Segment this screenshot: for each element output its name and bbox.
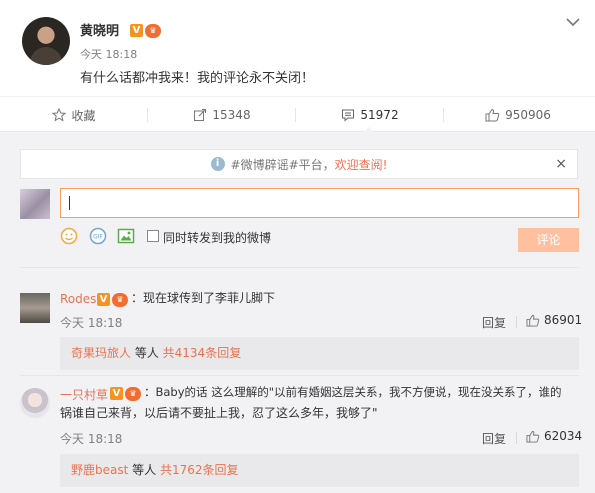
reply-button[interactable]: 回复: [482, 430, 506, 447]
verified-v-icon: V: [110, 387, 123, 400]
verified-v-icon: V: [97, 293, 110, 306]
close-icon[interactable]: ×: [555, 156, 567, 172]
repost-button[interactable]: 15348: [148, 97, 296, 133]
comment-icon: [342, 109, 355, 122]
sub-replies-summary[interactable]: 野鹿beast 等人 共1762条回复: [60, 454, 579, 487]
current-user-avatar[interactable]: [20, 189, 50, 219]
repost-checkbox-label[interactable]: 同时转发到我的微博: [163, 229, 271, 246]
commenter-avatar[interactable]: [20, 388, 50, 418]
comment-text: ：现在球传到了李菲儿脚下: [131, 291, 276, 305]
notice-link[interactable]: 欢迎查阅!: [335, 156, 388, 173]
svg-text:GIF: GIF: [93, 234, 103, 241]
vip-crown-icon[interactable]: ♛: [145, 24, 161, 38]
commenter-avatar[interactable]: [20, 293, 50, 323]
divider: [20, 267, 579, 268]
action-bar: 收藏 15348 51972 950906: [0, 96, 595, 134]
like-count: 950906: [505, 108, 551, 122]
commenter-name[interactable]: Rodes: [60, 292, 96, 306]
comment-time: 今天 18:18: [60, 432, 123, 446]
vip-crown-icon[interactable]: ♛: [125, 387, 141, 401]
divider: [20, 375, 579, 376]
thumbs-up-icon: [526, 430, 540, 443]
post-time[interactable]: 今天 18:18: [80, 46, 137, 62]
reply-button[interactable]: 回复: [482, 314, 506, 331]
notice-text: #微博辟谣#平台，: [230, 157, 335, 172]
thumbs-up-icon: [526, 314, 540, 327]
sub-replies-summary[interactable]: 奇果玛旅人 等人 共4134条回复: [60, 337, 579, 370]
emoji-icon[interactable]: [60, 227, 78, 245]
comment-text-line1: ：Baby的话 这么理解的"以前有婚姻这层关系，我不方便说，现在没关系了，谁的: [144, 385, 562, 399]
sub-reply-count-link[interactable]: 共1762条回复: [160, 463, 239, 477]
text-caret: [69, 196, 70, 210]
favorite-button[interactable]: 收藏: [0, 97, 148, 133]
comment-like-button[interactable]: 62034: [526, 429, 582, 443]
author-name[interactable]: 黄晓明: [80, 20, 119, 39]
sub-reply-mid: 等人: [128, 463, 160, 477]
thumbs-up-icon: [485, 108, 500, 122]
gif-icon[interactable]: GIF: [89, 227, 107, 245]
comment-section: i #微博辟谣#平台， 欢迎查阅! × GIF 同时转发到我的微博 评论 Rod…: [0, 132, 595, 493]
sub-reply-mid: 等人: [131, 346, 163, 360]
comment-button[interactable]: 51972: [296, 97, 444, 134]
favorite-label: 收藏: [71, 108, 96, 123]
comment-like-count: 86901: [544, 313, 583, 327]
comment-like-button[interactable]: 86901: [526, 313, 582, 327]
comment-text-line2: 锅谁自己来背，以后请不要扯上我，忍了这么多年，我够了": [60, 406, 378, 420]
vip-crown-icon[interactable]: ♛: [112, 293, 128, 307]
commenter-name[interactable]: 一只村草: [60, 386, 108, 403]
submit-comment-button[interactable]: 评论: [518, 228, 579, 252]
star-icon: [52, 108, 67, 122]
weibo-post: 黄晓明 V ♛ 今天 18:18 有什么话都冲我来！我的评论永不关闭！: [0, 0, 595, 96]
comment-count: 51972: [360, 108, 399, 122]
verified-v-icon: V: [130, 24, 143, 37]
comment-like-count: 62034: [544, 429, 583, 443]
repost-count: 15348: [212, 108, 251, 122]
comment-input[interactable]: [60, 188, 579, 218]
sub-reply-user[interactable]: 奇果玛旅人: [71, 346, 131, 360]
author-avatar[interactable]: [22, 17, 70, 65]
repost-icon: [194, 109, 207, 121]
repost-checkbox[interactable]: [147, 230, 159, 242]
info-icon: i: [210, 157, 225, 171]
rumor-notice-banner: i #微博辟谣#平台， 欢迎查阅! ×: [20, 149, 578, 179]
sub-reply-count-link[interactable]: 共4134条回复: [163, 346, 242, 360]
comment-time: 今天 18:18: [60, 316, 123, 330]
post-text: 有什么话都冲我来！我的评论永不关闭！: [80, 71, 315, 86]
chevron-down-icon[interactable]: [565, 15, 581, 29]
image-icon[interactable]: [117, 227, 135, 245]
sub-reply-user[interactable]: 野鹿beast: [71, 463, 128, 477]
like-button[interactable]: 950906: [444, 97, 592, 133]
